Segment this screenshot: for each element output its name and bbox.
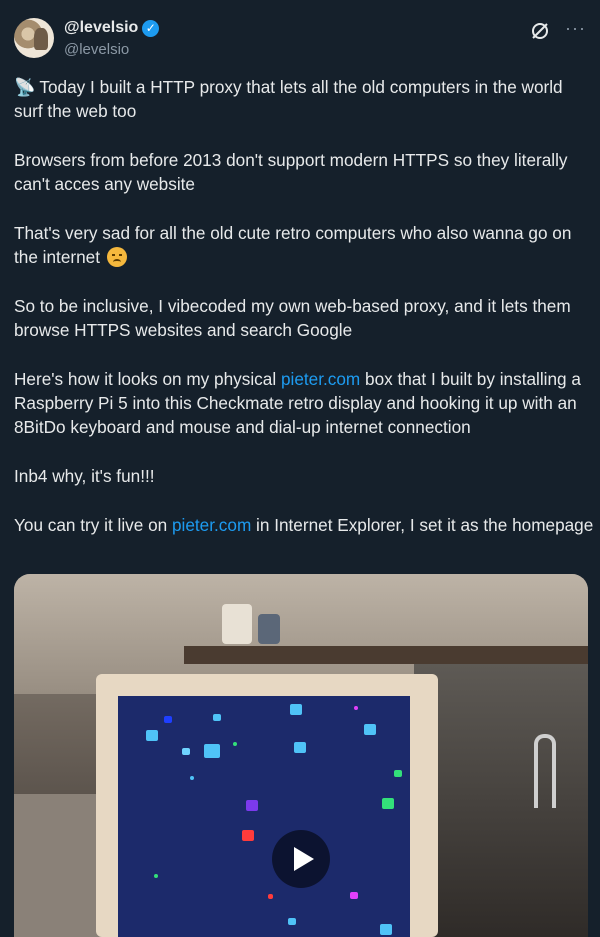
screensaver-star xyxy=(268,894,273,899)
author-handle[interactable]: @levelsio xyxy=(64,41,159,58)
video-scene-faucet xyxy=(534,734,556,808)
disappointed-face-icon xyxy=(106,247,127,267)
tweet-paragraph-6: Inb4 why, it's fun!!! xyxy=(14,466,155,486)
pieter-com-link-2[interactable]: pieter.com xyxy=(172,515,251,535)
paragraph-7-after: in Internet Explorer, I set it as the ho… xyxy=(251,515,594,535)
screensaver-star xyxy=(380,924,392,935)
screensaver-star xyxy=(146,730,158,741)
satellite-dish-icon: 📡 xyxy=(14,77,36,97)
play-button-icon[interactable] xyxy=(272,830,330,888)
screensaver-star xyxy=(164,716,172,723)
retro-monitor-screen xyxy=(118,696,410,937)
video-scene-shelf xyxy=(184,646,588,664)
more-icon[interactable]: ··· xyxy=(565,18,586,38)
tweet-text: 📡 Today I built a HTTP proxy that lets al… xyxy=(14,75,594,562)
tweet-paragraph-2: Browsers from before 2013 don't support … xyxy=(14,150,568,194)
tweet-paragraph-4: So to be inclusive, I vibecoded my own w… xyxy=(14,296,571,340)
screensaver-star xyxy=(382,798,394,809)
screensaver-star xyxy=(294,742,306,753)
tweet-paragraph-1: 📡 Today I built a HTTP proxy that lets al… xyxy=(14,75,594,123)
video-scene-cup xyxy=(222,604,252,644)
screensaver-star xyxy=(290,704,302,715)
screensaver-star xyxy=(242,830,254,841)
display-name[interactable]: @levelsio xyxy=(64,19,138,37)
video-scene-kitchen xyxy=(414,664,588,937)
screensaver-star xyxy=(354,706,358,710)
paragraph-1-text: Today I built a HTTP proxy that lets all… xyxy=(14,77,563,121)
paragraph-5-before: Here's how it looks on my physical xyxy=(14,369,281,389)
screensaver-star xyxy=(182,748,190,755)
verified-badge-icon: ✓ xyxy=(142,19,160,37)
screensaver-star xyxy=(154,874,158,878)
display-name-row: @levelsio ✓ xyxy=(64,18,160,38)
tweet-paragraph-7: You can try it live on pieter.com in Int… xyxy=(14,513,594,537)
paragraph-3-text: That's very sad for all the old cute ret… xyxy=(14,223,572,267)
screensaver-star xyxy=(213,714,221,721)
video-scene-jar xyxy=(258,614,280,644)
screensaver-star xyxy=(190,776,194,780)
screensaver-star xyxy=(364,724,376,735)
paragraph-7-before: You can try it live on xyxy=(14,515,172,535)
screensaver-star xyxy=(288,918,296,925)
screensaver-star xyxy=(394,770,402,777)
screensaver-star xyxy=(350,892,358,899)
pieter-com-link[interactable]: pieter.com xyxy=(281,369,360,389)
tweet-video[interactable] xyxy=(14,574,588,937)
grok-icon[interactable] xyxy=(530,21,550,41)
screensaver-star xyxy=(204,744,220,758)
tweet-paragraph-5: Here's how it looks on my physical piete… xyxy=(14,367,594,439)
screensaver-star xyxy=(233,742,237,746)
author-names: @levelsio ✓ @levelsio xyxy=(64,18,160,58)
avatar[interactable] xyxy=(14,18,54,58)
tweet-header: @levelsio ✓ @levelsio ··· xyxy=(14,16,586,64)
screensaver-star xyxy=(246,800,258,811)
tweet-paragraph-3: That's very sad for all the old cute ret… xyxy=(14,221,594,269)
